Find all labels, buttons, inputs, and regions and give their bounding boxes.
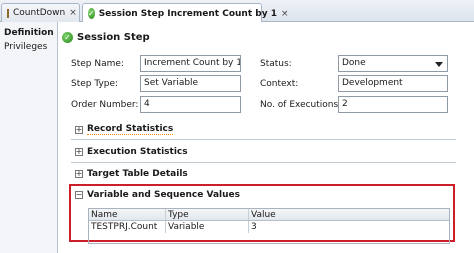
- variable-sequence-values-section[interactable]: − Variable and Sequence Values: [75, 190, 240, 200]
- record-statistics-title: Record Statistics: [87, 124, 174, 135]
- context-label: Context:: [260, 79, 299, 89]
- variables-table: Name Type Value TESTPRJ.Count Variable 3: [88, 208, 450, 244]
- table-row[interactable]: TESTPRJ.Count Variable 3: [89, 221, 449, 233]
- nav-item-definition[interactable]: Definition: [4, 28, 54, 38]
- check-circle-icon: ✓: [88, 8, 95, 19]
- context-field[interactable]: Development: [338, 75, 448, 92]
- table-header: Name Type Value: [89, 209, 449, 221]
- expand-icon[interactable]: +: [75, 125, 83, 134]
- order-number-field[interactable]: 4: [140, 96, 241, 113]
- expand-icon[interactable]: +: [75, 148, 83, 156]
- column-header-name[interactable]: Name: [89, 209, 166, 220]
- cell-type: Variable: [166, 221, 249, 233]
- editor-tab-strip: CountDown × ✓ Session Step Increment Cou…: [0, 0, 474, 23]
- cell-value: 3: [251, 222, 257, 232]
- divider: [71, 162, 456, 163]
- step-name-label: Step Name:: [71, 59, 124, 69]
- step-name-field[interactable]: Increment Count by 1: [140, 55, 241, 72]
- column-header-type[interactable]: Type: [166, 209, 249, 220]
- collapse-icon[interactable]: −: [75, 191, 83, 199]
- divider: [71, 139, 456, 140]
- execution-statistics-section[interactable]: + Execution Statistics: [75, 147, 188, 157]
- order-number-label: Order Number:: [71, 100, 139, 110]
- status-value: Done: [342, 58, 366, 68]
- executions-field[interactable]: 2: [338, 96, 448, 113]
- step-type-field[interactable]: Set Variable: [140, 75, 241, 92]
- cell-name: TESTPRJ.Count: [89, 221, 166, 233]
- side-navigation: Definition Privileges: [0, 22, 58, 253]
- column-header-value[interactable]: Value: [249, 209, 449, 220]
- expand-icon[interactable]: +: [75, 170, 83, 178]
- tab-countdown[interactable]: CountDown ×: [1, 3, 80, 22]
- step-type-label: Step Type:: [71, 79, 119, 89]
- target-table-details-section[interactable]: + Target Table Details: [75, 169, 188, 179]
- check-circle-icon: ✓: [62, 32, 73, 43]
- target-table-details-title: Target Table Details: [87, 169, 188, 179]
- section-title: Session Step: [77, 32, 150, 43]
- close-icon[interactable]: ×: [281, 9, 289, 19]
- chevron-down-icon: [435, 62, 443, 67]
- section-header: ✓ Session Step: [62, 32, 150, 43]
- executions-label: No. of Executions:: [260, 100, 342, 110]
- tab-countdown-label: CountDown: [13, 8, 66, 18]
- grid-icon: [7, 8, 9, 18]
- definition-panel: ✓ Session Step Step Name: Increment Coun…: [59, 22, 474, 253]
- tab-session-step[interactable]: ✓ Session Step Increment Count by 1 ×: [82, 3, 289, 23]
- variable-sequence-values-title: Variable and Sequence Values: [87, 190, 240, 200]
- execution-statistics-title: Execution Statistics: [87, 147, 188, 157]
- nav-item-privileges[interactable]: Privileges: [4, 42, 47, 52]
- tab-session-step-label: Session Step Increment Count by 1: [98, 8, 277, 19]
- status-select[interactable]: Done: [338, 55, 448, 72]
- close-icon[interactable]: ×: [69, 8, 77, 18]
- status-label: Status:: [260, 59, 292, 69]
- record-statistics-section[interactable]: + Record Statistics: [75, 124, 174, 135]
